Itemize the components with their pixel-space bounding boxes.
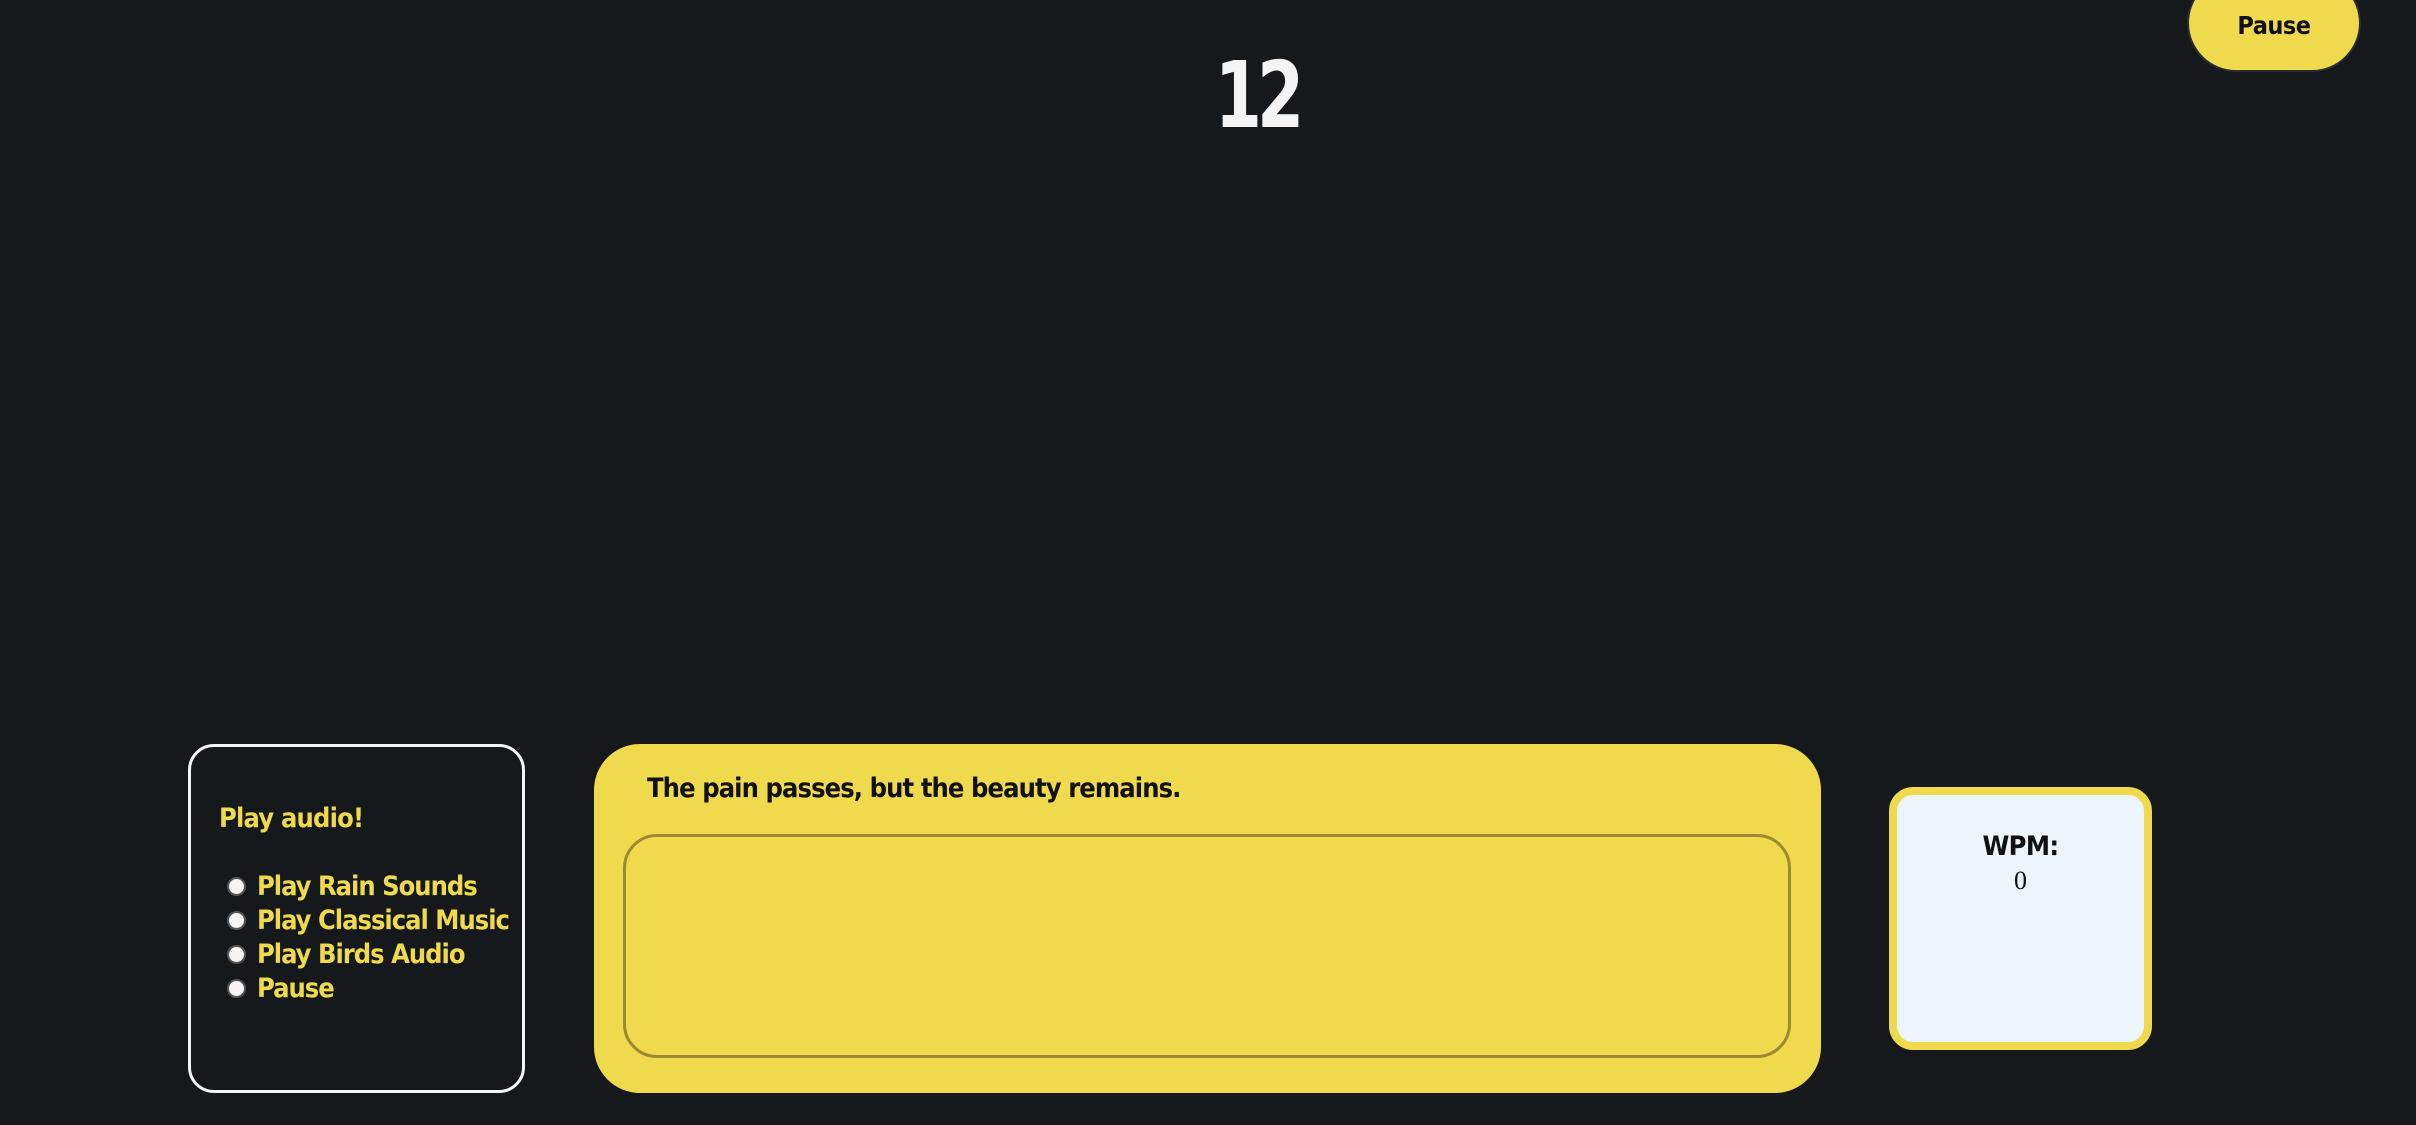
audio-option-label: Play Rain Sounds (257, 870, 478, 902)
audio-option-birds[interactable]: Play Birds Audio (227, 937, 509, 971)
audio-options: Play Rain Sounds Play Classical Music Pl… (227, 869, 510, 1005)
typing-input[interactable] (623, 834, 1791, 1058)
radio-button-rain[interactable] (227, 876, 246, 896)
audio-option-label: Play Birds Audio (257, 938, 466, 970)
audio-option-pause[interactable]: Pause (227, 971, 509, 1005)
target-quote: The pain passes, but the beauty remains. (647, 773, 1181, 804)
radio-button-classical[interactable] (227, 910, 246, 930)
radio-button-pause[interactable] (227, 978, 246, 998)
pause-button[interactable]: Pause (2187, 0, 2361, 72)
audio-option-label: Play Classical Music (257, 904, 510, 936)
audio-option-rain[interactable]: Play Rain Sounds (227, 869, 509, 903)
audio-panel-title: Play audio! (219, 803, 364, 834)
typing-panel: The pain passes, but the beauty remains. (594, 744, 1821, 1093)
audio-option-classical[interactable]: Play Classical Music (227, 903, 510, 937)
wpm-panel: WPM: 0 (1889, 787, 2152, 1050)
countdown-timer: 12 (1214, 42, 1305, 149)
radio-button-birds[interactable] (227, 944, 246, 964)
wpm-value: 0 (2014, 866, 2027, 895)
audio-option-label: Pause (257, 972, 335, 1004)
audio-panel: Play audio! Play Rain Sounds Play Classi… (188, 744, 525, 1093)
wpm-label: WPM: (1982, 831, 2059, 862)
